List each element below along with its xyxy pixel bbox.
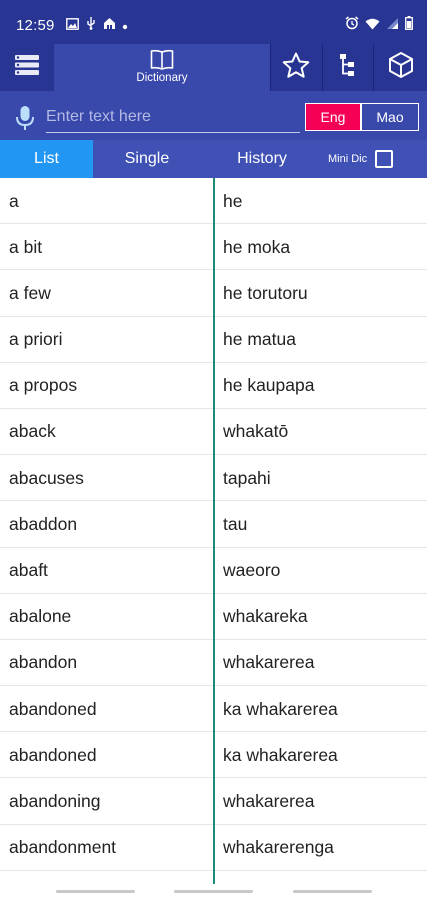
english-word: abandoned	[9, 744, 97, 765]
maori-translation: he torutoru	[223, 282, 308, 303]
nav-home-handle[interactable]	[174, 890, 253, 893]
wifi-icon	[365, 17, 380, 35]
hierarchy-icon	[338, 53, 356, 82]
english-word: a bit	[9, 236, 43, 257]
dot-icon	[122, 17, 128, 35]
status-bar: 12:59	[0, 0, 427, 44]
dictionary-label: Dictionary	[136, 72, 188, 84]
favorites-button[interactable]	[270, 44, 322, 91]
cube-icon	[387, 51, 415, 84]
maori-translation: he kaupapa	[223, 375, 315, 396]
maori-translation: he matua	[223, 329, 296, 350]
image-icon	[66, 17, 79, 35]
cube-button[interactable]	[374, 44, 427, 91]
english-word: abandon	[9, 652, 78, 673]
mini-dic-checkbox[interactable]	[375, 150, 394, 168]
english-word: abalone	[9, 606, 72, 627]
app-icon	[103, 17, 116, 35]
status-right-icons	[345, 16, 413, 35]
english-word: a few	[9, 282, 51, 303]
mini-dic-toggle[interactable]: Mini Dic	[328, 140, 394, 178]
tab-bar: List Single History Mini Dic	[0, 140, 427, 178]
english-word: a propos	[9, 375, 78, 396]
maori-translation: he moka	[223, 236, 291, 257]
mini-dic-label: Mini Dic	[328, 153, 368, 165]
maori-translation: whakatō	[223, 421, 289, 442]
search-input[interactable]	[46, 105, 300, 133]
status-time: 12:59	[16, 17, 55, 34]
maori-translation: he	[223, 190, 243, 211]
signal-icon	[386, 17, 399, 35]
status-left-icons	[66, 17, 128, 35]
tab-list[interactable]: List	[0, 140, 93, 178]
english-word: abaddon	[9, 513, 78, 534]
maori-translation: waeoro	[223, 560, 281, 580]
english-word: aback	[9, 421, 56, 442]
english-word: abandoned	[9, 698, 97, 719]
maori-translation: tau	[223, 513, 248, 534]
nav-back-handle[interactable]	[56, 890, 135, 893]
nav-recents-handle[interactable]	[293, 890, 372, 893]
maori-translation: whakareka	[223, 606, 308, 627]
english-word: a priori	[9, 329, 63, 350]
maori-translation: ka whakarerea	[223, 698, 338, 719]
language-eng-button[interactable]: Eng	[305, 103, 361, 131]
english-word: abaft	[9, 560, 48, 580]
maori-translation: tapahi	[223, 467, 271, 488]
battery-icon	[405, 16, 413, 35]
menu-icon	[14, 53, 40, 82]
alarm-icon	[345, 16, 359, 35]
maori-translation: whakarerea	[223, 652, 315, 673]
dictionary-tab-button[interactable]: Dictionary	[54, 44, 270, 91]
english-word: abacuses	[9, 467, 84, 488]
navigation-bar	[0, 884, 427, 900]
language-mao-button[interactable]: Mao	[361, 103, 419, 131]
menu-button[interactable]	[0, 44, 54, 91]
column-divider	[213, 178, 215, 884]
english-word: abandonment	[9, 837, 117, 858]
tab-single[interactable]: Single	[93, 140, 201, 178]
tab-history[interactable]: History	[206, 140, 318, 178]
english-word: a	[9, 190, 19, 211]
maori-translation: whakarerea	[223, 790, 315, 811]
maori-translation: ka whakarerea	[223, 744, 338, 765]
maori-translation: whakarerenga	[223, 837, 334, 858]
usb-icon	[85, 17, 97, 35]
microphone-icon[interactable]	[14, 105, 36, 136]
star-icon	[282, 52, 310, 84]
toolbar: Dictionary	[0, 44, 427, 91]
english-word: abandoning	[9, 790, 101, 811]
hierarchy-button[interactable]	[322, 44, 372, 91]
